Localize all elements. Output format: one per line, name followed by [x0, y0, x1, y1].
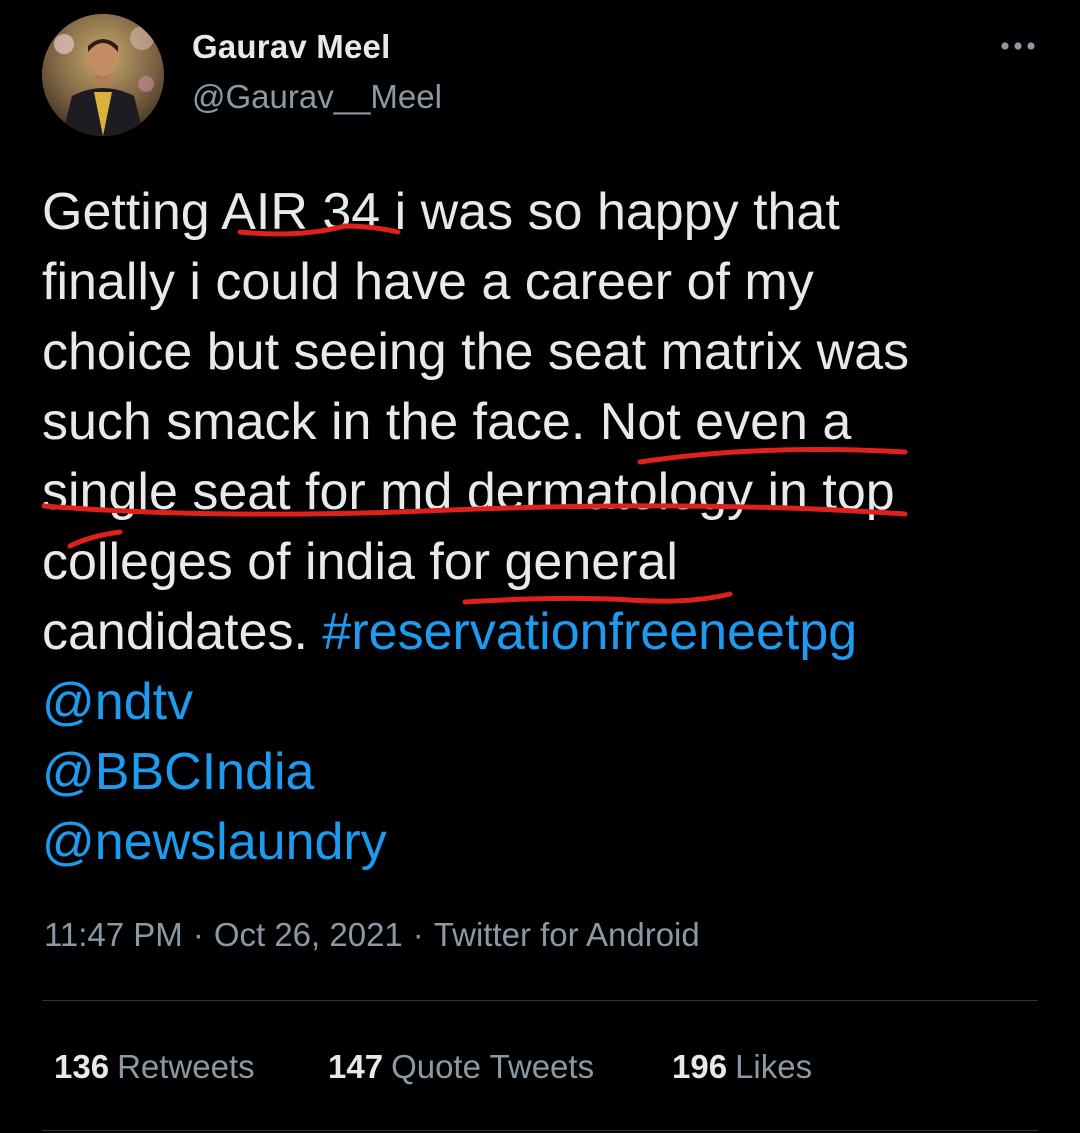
more-horizontal-icon — [1001, 42, 1035, 50]
tweet-text-line: single seat for md dermatology in top — [42, 457, 1042, 527]
tweet-text-segment: such smack in the face. Not even a — [42, 393, 852, 451]
tweet-meta: 11:47 PM · Oct 26, 2021 · Twitter for Androi… — [44, 916, 700, 954]
tweet-text: Getting AIR 34 i was so happy that finall… — [42, 177, 1042, 877]
likes-stat[interactable]: 196 Likes — [672, 1048, 812, 1086]
tweet-text-segment: single seat for md dermatology in top — [42, 463, 895, 521]
tweet-source[interactable]: Twitter for Android — [434, 916, 700, 953]
more-options-button[interactable] — [998, 34, 1038, 58]
mention-link[interactable]: @BBCIndia — [42, 743, 314, 801]
tweet-text-line: @newslaundry — [42, 807, 1042, 877]
hashtag-link[interactable]: #reservationfreeneetpg — [322, 603, 857, 661]
mention-link[interactable]: @newslaundry — [42, 813, 387, 871]
tweet-text-line: finally i could have a career of my — [42, 247, 1042, 317]
tweet-text-line: Getting AIR 34 i was so happy that — [42, 177, 1042, 247]
tweet-text-line: candidates. #reservationfreeneetpg — [42, 597, 1042, 667]
tweet-date[interactable]: Oct 26, 2021 — [214, 916, 403, 953]
retweets-label: Retweets — [117, 1048, 255, 1085]
divider — [42, 1130, 1038, 1131]
avatar[interactable] — [42, 14, 164, 136]
tweet-text-segment: Getting AIR 34 i was so happy that — [42, 183, 840, 241]
likes-label: Likes — [735, 1048, 813, 1085]
tweet: Gaurav Meel @Gaurav__Meel Getting AIR 34… — [0, 0, 1080, 1133]
author-handle[interactable]: @Gaurav__Meel — [192, 78, 442, 116]
quote-tweets-label: Quote Tweets — [391, 1048, 595, 1085]
tweet-text-segment: finally i could have a career of my — [42, 253, 814, 311]
author-name[interactable]: Gaurav Meel — [192, 28, 390, 66]
likes-count: 196 — [672, 1048, 728, 1085]
tweet-text-line: @ndtv — [42, 667, 1042, 737]
retweets-stat[interactable]: 136 Retweets — [54, 1048, 255, 1086]
meta-separator: · — [412, 916, 424, 953]
mention-link[interactable]: @ndtv — [42, 673, 193, 731]
divider — [42, 1000, 1038, 1001]
tweet-text-line: such smack in the face. Not even a — [42, 387, 1042, 457]
meta-separator: · — [192, 916, 204, 953]
tweet-text-segment: colleges of india for general — [42, 533, 678, 591]
tweet-text-segment: candidates. — [42, 603, 323, 661]
tweet-text-line: choice but seeing the seat matrix was — [42, 317, 1042, 387]
avatar-photo — [42, 14, 164, 136]
retweets-count: 136 — [54, 1048, 110, 1085]
tweet-text-line: colleges of india for general — [42, 527, 1042, 597]
quote-tweets-stat[interactable]: 147 Quote Tweets — [328, 1048, 594, 1086]
tweet-text-segment: choice but seeing the seat matrix was — [42, 323, 910, 381]
tweet-text-line: @BBCIndia — [42, 737, 1042, 807]
quote-tweets-count: 147 — [328, 1048, 384, 1085]
tweet-time[interactable]: 11:47 PM — [44, 916, 183, 953]
